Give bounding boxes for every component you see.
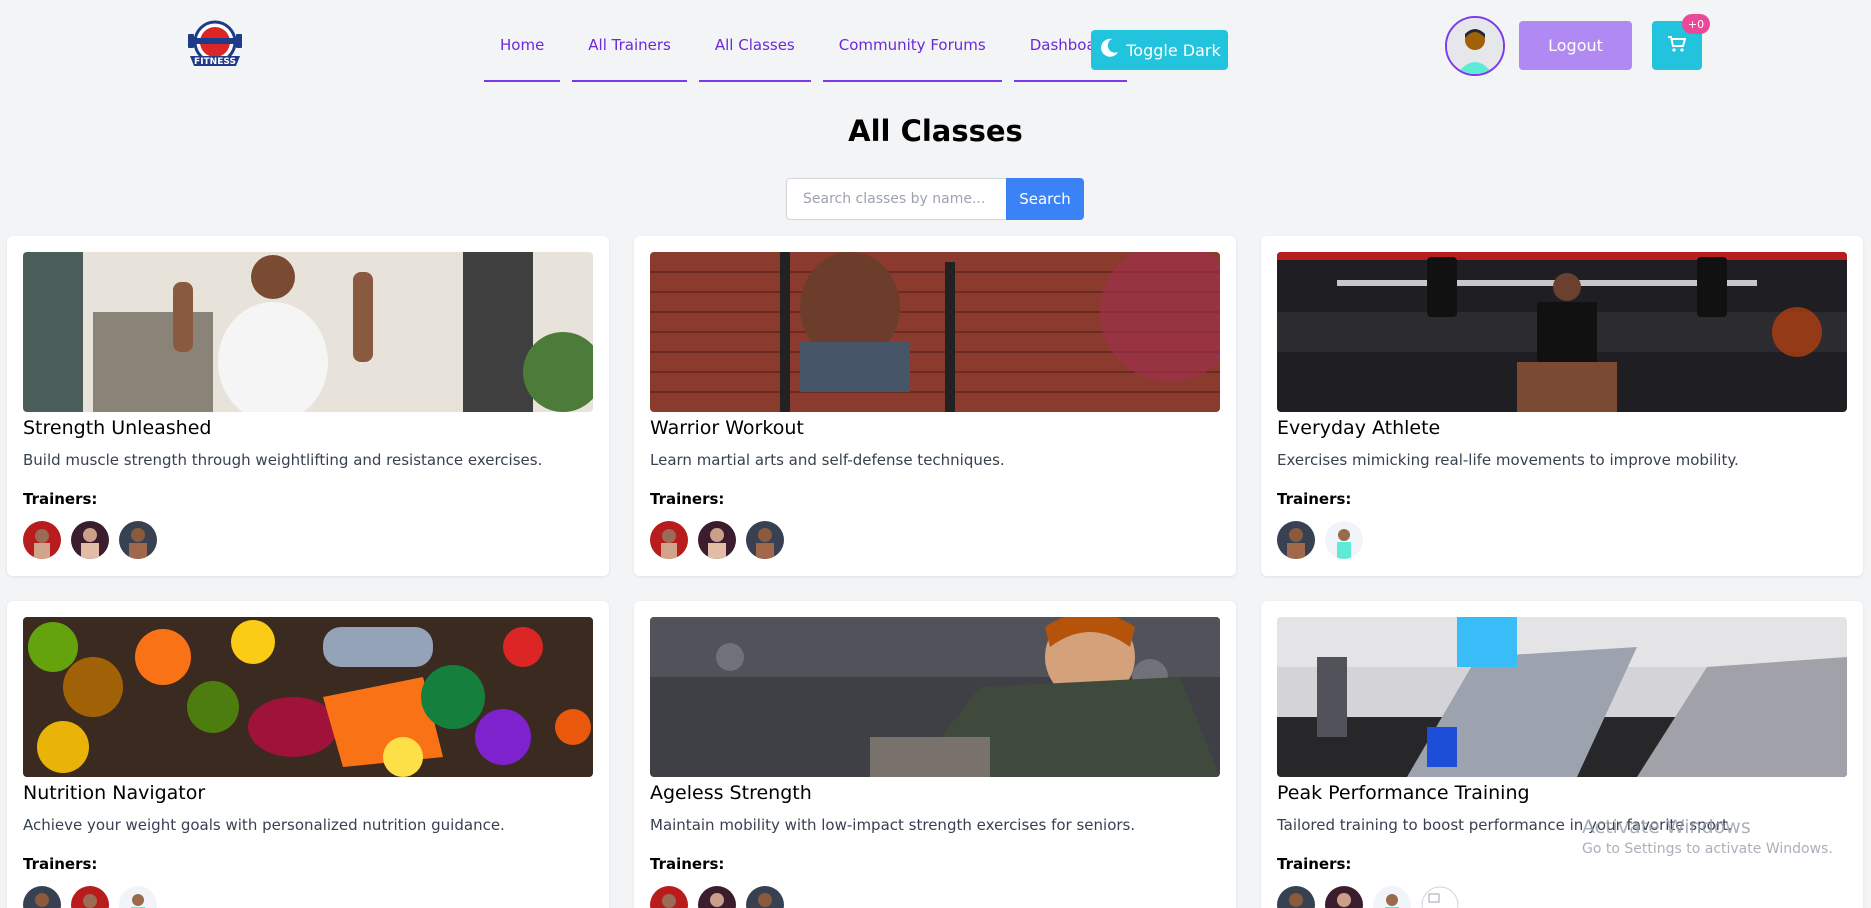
logout-button[interactable]: Logout — [1519, 21, 1632, 70]
class-description: Build muscle strength through weightlift… — [23, 451, 543, 469]
trainers-label: Trainers: — [23, 855, 98, 873]
main-nav: Home All Trainers All Classes Community … — [484, 22, 1128, 82]
user-avatar[interactable] — [1445, 16, 1505, 76]
trainer-avatar[interactable] — [650, 886, 688, 908]
class-card: Nutrition Navigator Achieve your weight … — [7, 601, 609, 908]
nav-home[interactable]: Home — [484, 22, 561, 82]
class-image — [23, 252, 593, 412]
activate-windows-subtitle: Go to Settings to activate Windows. — [1582, 841, 1833, 857]
class-card: Strength Unleashed Build muscle strength… — [7, 236, 609, 576]
trainers-label: Trainers: — [1277, 855, 1352, 873]
fitness-logo[interactable]: FITNESS — [182, 18, 248, 72]
nav-all-classes[interactable]: All Classes — [698, 22, 811, 82]
class-card: Warrior Workout Learn martial arts and s… — [634, 236, 1236, 576]
trainer-avatar[interactable] — [1325, 521, 1363, 559]
trainer-avatar[interactable] — [1277, 886, 1315, 908]
class-description: Tailored training to boost performance i… — [1277, 816, 1733, 834]
class-description: Exercises mimicking real-life movements … — [1277, 451, 1739, 469]
moon-icon — [1098, 37, 1120, 63]
navbar: FITNESS Home All Trainers All Classes Co… — [0, 0, 1871, 92]
class-description: Learn martial arts and self-defense tech… — [650, 451, 1005, 469]
trainer-avatar[interactable] — [119, 886, 157, 908]
trainer-avatar-broken[interactable] — [1421, 886, 1459, 908]
trainer-list — [23, 886, 593, 908]
toggle-dark-label: Toggle Dark — [1126, 40, 1221, 60]
trainers-label: Trainers: — [650, 490, 725, 508]
trainer-avatar[interactable] — [1325, 886, 1363, 908]
class-card: Ageless Strength Maintain mobility with … — [634, 601, 1236, 908]
trainer-avatar[interactable] — [698, 886, 736, 908]
class-title: Ageless Strength — [650, 782, 812, 804]
trainer-avatar[interactable] — [71, 521, 109, 559]
class-image — [650, 617, 1220, 777]
nav-all-trainers[interactable]: All Trainers — [572, 22, 687, 82]
trainer-list — [23, 521, 593, 559]
trainer-avatar[interactable] — [1373, 886, 1411, 908]
search-button[interactable]: Search — [1006, 178, 1084, 220]
class-title: Peak Performance Training — [1277, 782, 1530, 804]
search-bar: Search — [786, 178, 1084, 220]
trainer-avatar[interactable] — [650, 521, 688, 559]
trainer-avatar[interactable] — [746, 886, 784, 908]
trainers-label: Trainers: — [1277, 490, 1352, 508]
trainer-avatar[interactable] — [71, 886, 109, 908]
trainer-list — [1277, 886, 1847, 908]
class-image — [1277, 617, 1847, 777]
class-card: Peak Performance Training Tailored train… — [1261, 601, 1863, 908]
class-description: Maintain mobility with low-impact streng… — [650, 816, 1136, 834]
activate-windows-title: Activate Windows — [1582, 816, 1751, 838]
trainer-list — [1277, 521, 1847, 559]
page-title: All Classes — [848, 114, 1023, 148]
class-title: Warrior Workout — [650, 417, 804, 439]
class-image — [650, 252, 1220, 412]
class-image — [1277, 252, 1847, 412]
class-grid: Strength Unleashed Build muscle strength… — [7, 236, 1863, 908]
class-title: Everyday Athlete — [1277, 417, 1441, 439]
cart-count-badge: +0 — [1682, 14, 1710, 34]
trainer-avatar[interactable] — [1277, 521, 1315, 559]
cart-icon — [1668, 35, 1687, 56]
trainer-avatar[interactable] — [23, 521, 61, 559]
nav-community-forums[interactable]: Community Forums — [822, 22, 1002, 82]
class-description: Achieve your weight goals with personali… — [23, 816, 505, 834]
trainer-list — [650, 521, 1220, 559]
trainers-label: Trainers: — [23, 490, 98, 508]
trainer-list — [650, 886, 1220, 908]
trainer-avatar[interactable] — [23, 886, 61, 908]
class-card: Everyday Athlete Exercises mimicking rea… — [1261, 236, 1863, 576]
search-input[interactable] — [786, 178, 1006, 220]
trainer-avatar[interactable] — [746, 521, 784, 559]
class-image — [23, 617, 593, 777]
svg-text:FITNESS: FITNESS — [194, 57, 236, 67]
toggle-dark-button[interactable]: Toggle Dark — [1091, 30, 1228, 70]
trainer-avatar[interactable] — [119, 521, 157, 559]
trainers-label: Trainers: — [650, 855, 725, 873]
trainer-avatar[interactable] — [698, 521, 736, 559]
class-title: Strength Unleashed — [23, 417, 212, 439]
class-title: Nutrition Navigator — [23, 782, 206, 804]
